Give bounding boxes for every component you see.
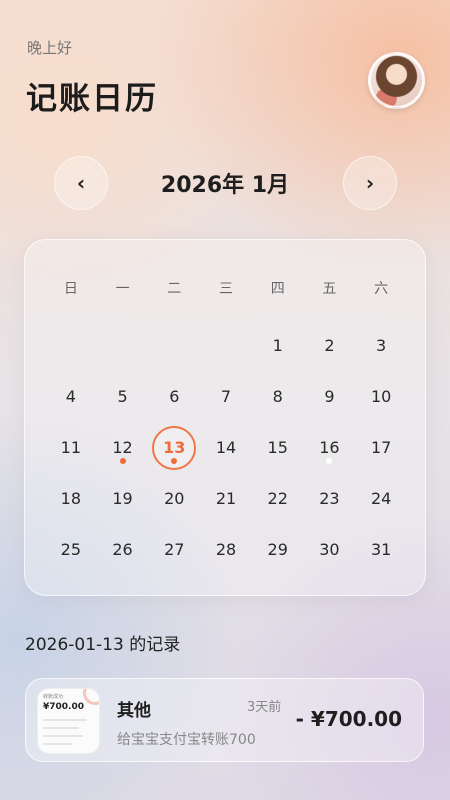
thumbnail-top-text: 转账成功 [43,694,64,700]
calendar-day-number: 30 [319,540,340,559]
calendar-day[interactable]: 23 [304,473,356,524]
thumbnail-decoration-icon [83,689,99,705]
calendar-day-number: 2 [324,336,335,355]
calendar-day-number: 9 [324,387,335,406]
weekday-tue: 二 [167,281,182,297]
calendar-day-number: 1 [272,336,283,355]
calendar-day[interactable]: 3 [355,320,407,371]
calendar-day[interactable]: 7 [200,371,252,422]
calendar-day-number: 10 [370,387,392,406]
record-time: 3天前 [247,700,282,715]
record-amount: - ¥700.00 [295,707,402,731]
record-description: 给宝宝支付宝转账700 [117,732,256,748]
record-indicator-dot [119,458,126,464]
calendar-day[interactable]: 28 [200,524,252,575]
calendar-day[interactable]: 18 [45,473,97,524]
calendar-day[interactable]: 14 [200,422,252,473]
page-title: 记账日历 [26,81,158,117]
calendar-day[interactable]: 31 [355,524,407,575]
calendar-day-number: 22 [267,489,288,508]
calendar-day[interactable]: 6 [148,371,200,422]
calendar-day-number: 24 [370,489,392,508]
calendar-day[interactable]: 12 [97,422,149,473]
calendar-day[interactable]: 21 [200,473,252,524]
thumbnail-line [43,727,79,729]
weekday-sun: 日 [63,281,78,297]
calendar-day[interactable]: 26 [97,524,149,575]
calendar-day-number: 23 [319,489,340,508]
calendar-day-number: 27 [164,540,185,559]
weekday-fri: 五 [322,281,337,297]
calendar-day[interactable]: 29 [252,524,304,575]
record-item[interactable]: 转账成功 ¥700.00 其他 3天前 给宝宝支付宝转账700 - ¥700.0… [25,678,424,762]
days-grid: 1 2 3 4 5 6 7 8 9 10 11 12 13 14 15 16 17 18 19 20 21 22 23 24 2… [45,320,407,575]
calendar-day[interactable]: 22 [252,473,304,524]
calendar-day-number: 13 [163,438,186,457]
calendar-day[interactable]: 27 [148,524,200,575]
calendar-day[interactable]: 30 [304,524,356,575]
calendar-empty-cell [97,320,149,371]
calendar-day[interactable]: 13 [148,422,200,473]
records-title: 2026-01-13 的记录 [25,635,181,655]
calendar-day[interactable]: 5 [97,371,149,422]
calendar-day-number: 29 [267,540,288,559]
calendar-day-number: 14 [215,438,237,457]
calendar-empty-cell [200,320,252,371]
calendar-day[interactable]: 11 [45,422,97,473]
record-category: 其他 [117,701,151,721]
calendar-day[interactable]: 16 [304,422,356,473]
calendar-day-number: 25 [60,540,82,559]
receipt-thumbnail: 转账成功 ¥700.00 [37,688,100,754]
calendar-day[interactable]: 19 [97,473,149,524]
record-indicator-dot [171,458,178,464]
calendar-day[interactable]: 10 [355,371,407,422]
calendar-day-number: 16 [319,438,340,457]
weekday-mon: 一 [115,281,130,297]
chevron-right-icon: › [365,171,375,195]
calendar-day[interactable]: 9 [304,371,356,422]
greeting-text: 晚上好 [27,39,73,57]
calendar-empty-cell [45,320,97,371]
calendar-day-number: 6 [169,387,180,406]
calendar-day-number: 28 [215,540,237,559]
calendar-day-number: 21 [215,489,237,508]
calendar-day[interactable]: 25 [45,524,97,575]
weekday-sat: 六 [374,281,389,297]
calendar-day[interactable]: 1 [252,320,304,371]
calendar-day[interactable]: 4 [45,371,97,422]
thumbnail-line [43,743,73,745]
calendar-day[interactable]: 24 [355,473,407,524]
calendar-card: 日 一 二 三 四 五 六 1 2 3 4 5 6 7 8 9 10 11 12 13 14 15 16 17 1… [24,239,426,596]
calendar-day[interactable]: 8 [252,371,304,422]
calendar-day-number: 15 [267,438,288,457]
calendar-day-number: 5 [117,387,128,406]
calendar-day-number: 12 [112,438,133,457]
thumbnail-line [43,735,83,737]
weekday-thu: 四 [270,281,285,297]
calendar-day[interactable]: 20 [148,473,200,524]
thumbnail-amount: ¥700.00 [43,702,84,712]
weekday-wed: 三 [218,281,233,297]
calendar-day-number: 26 [112,540,133,559]
calendar-day[interactable]: 17 [355,422,407,473]
calendar-day-number: 20 [164,489,185,508]
next-month-button[interactable]: › [343,156,397,210]
calendar-day-number: 17 [370,438,392,457]
calendar-day-number: 3 [376,336,387,355]
calendar-empty-cell [148,320,200,371]
calendar-day-number: 19 [112,489,133,508]
avatar[interactable] [368,52,425,109]
calendar-day-number: 31 [370,540,392,559]
calendar-day-number: 11 [60,438,82,457]
weekday-row: 日 一 二 三 四 五 六 [45,278,407,298]
calendar-day-number: 8 [272,387,283,406]
record-indicator-dot [326,458,333,464]
calendar-day-number: 18 [60,489,82,508]
calendar-day[interactable]: 2 [304,320,356,371]
calendar-day[interactable]: 15 [252,422,304,473]
calendar-day-number: 4 [65,387,76,406]
calendar-day-number: 7 [220,387,232,406]
thumbnail-line [43,719,87,721]
